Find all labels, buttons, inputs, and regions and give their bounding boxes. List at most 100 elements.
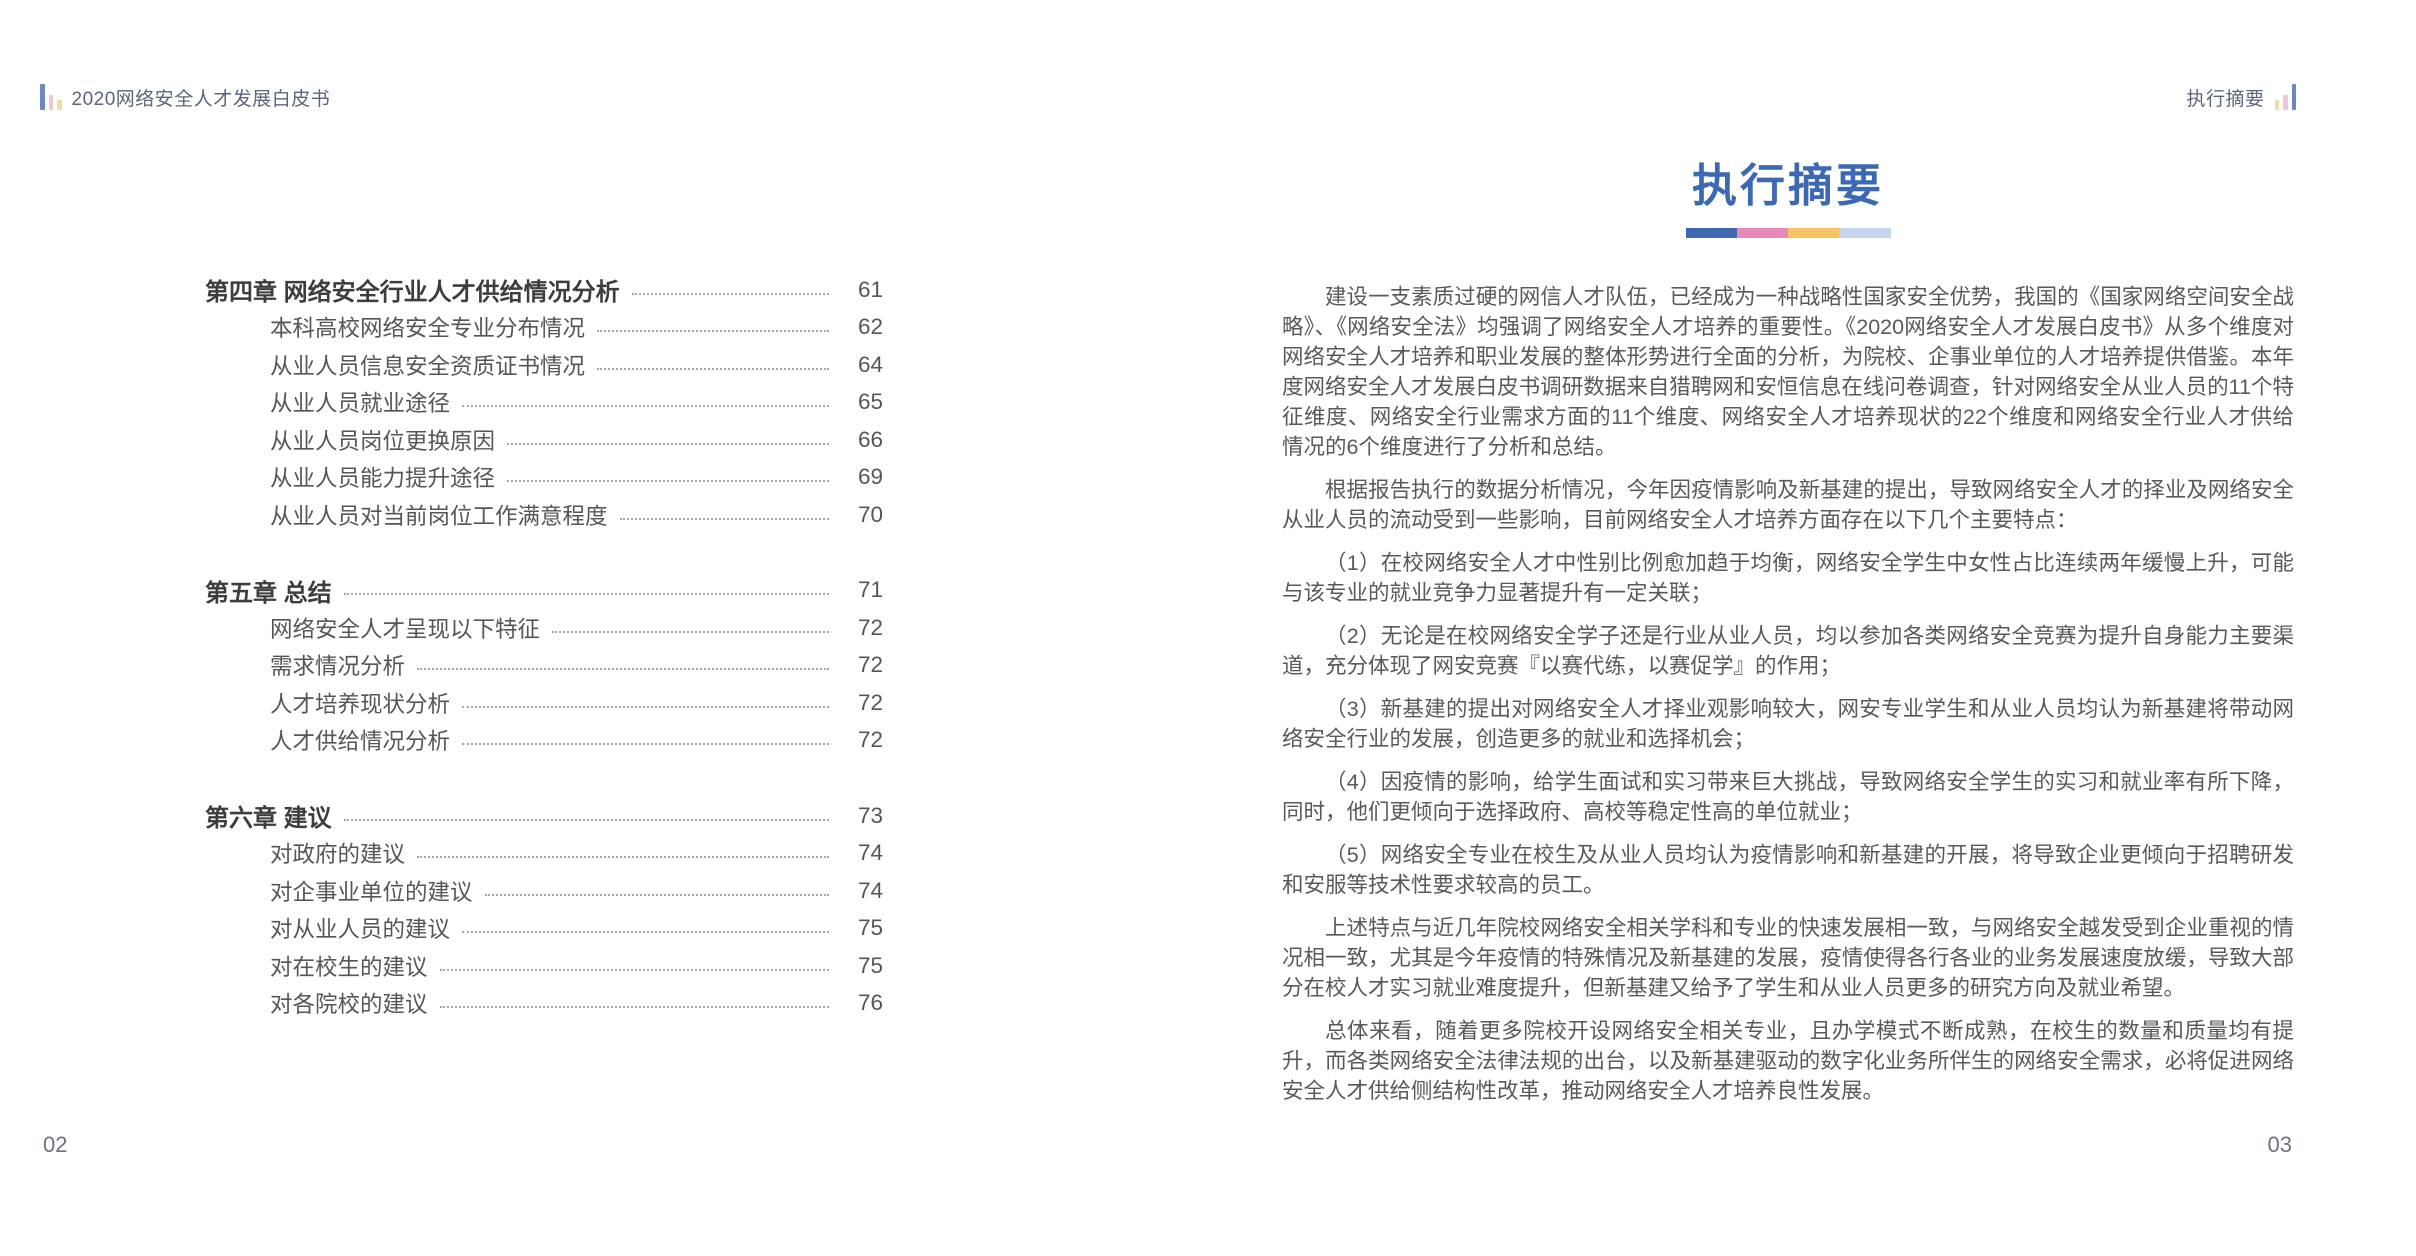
toc-entry-label: 第六章 建议 bbox=[205, 798, 332, 833]
toc-sub-entry[interactable]: 从业人员对当前岗位工作满意程度 70 bbox=[205, 496, 883, 534]
toc-entry-label: 对从业人员的建议 bbox=[270, 912, 450, 944]
toc-entry-page: 69 bbox=[841, 464, 883, 490]
toc-entry-label: 第四章 网络安全行业人才供给情况分析 bbox=[205, 272, 620, 307]
summary-paragraph: （3）新基建的提出对网络安全人才择业观影响较大，网安专业学生和从业人员均认为新基… bbox=[1282, 694, 2294, 754]
toc-entry-label: 人才供给情况分析 bbox=[270, 724, 450, 756]
toc-entry-page: 64 bbox=[841, 352, 883, 378]
toc-entry-label: 对在校生的建议 bbox=[270, 950, 428, 982]
logo-bar bbox=[49, 95, 54, 110]
dotted-leader bbox=[507, 443, 829, 445]
toc-entry-page: 74 bbox=[841, 840, 883, 866]
toc-sub-entry[interactable]: 网络安全人才呈现以下特征 72 bbox=[205, 609, 883, 647]
section-title-header: 执行摘要 bbox=[2186, 88, 2264, 112]
toc-entry-label: 网络安全人才呈现以下特征 bbox=[270, 612, 540, 644]
logo-bar bbox=[2292, 84, 2297, 110]
toc-entry-page: 76 bbox=[841, 990, 883, 1016]
toc-entry-page: 72 bbox=[841, 652, 883, 678]
dotted-leader bbox=[462, 931, 829, 933]
toc-entry-page: 72 bbox=[841, 690, 883, 716]
summary-paragraph: 总体来看，随着更多院校开设网络安全相关专业，且办学模式不断成熟，在校生的数量和质… bbox=[1282, 1016, 2294, 1106]
toc-sub-entry[interactable]: 从业人员岗位更换原因66 bbox=[205, 421, 883, 459]
summary-paragraph: 建设一支素质过硬的网信人才队伍，已经成为一种战略性国家安全优势，我国的《国家网络… bbox=[1282, 282, 2294, 462]
logo-bar bbox=[40, 84, 45, 110]
toc-entry-page: 73 bbox=[841, 803, 883, 829]
toc-section: 第六章 建议 73 对政府的建议74对企事业单位的建议 74 对从业人员的建议75对在校… bbox=[205, 797, 883, 1022]
toc-entry-page: 70 bbox=[841, 502, 883, 528]
dotted-leader bbox=[597, 368, 829, 370]
dotted-leader bbox=[344, 593, 829, 595]
dotted-leader bbox=[440, 1006, 829, 1008]
dotted-leader bbox=[440, 969, 829, 971]
underline-segment bbox=[1839, 228, 1890, 238]
dotted-leader bbox=[620, 518, 829, 520]
logo-bars-icon bbox=[40, 84, 62, 112]
summary-paragraph: 上述特点与近几年院校网络安全相关学科和专业的快速发展相一致，与网络安全越发受到企… bbox=[1282, 913, 2294, 1003]
page-title: 执行摘要 bbox=[1282, 160, 2294, 212]
toc-sub-entry[interactable]: 对从业人员的建议75 bbox=[205, 910, 883, 948]
toc-sub-entry[interactable]: 对企事业单位的建议 74 bbox=[205, 872, 883, 910]
toc-entry-label: 第五章 总结 bbox=[205, 573, 332, 608]
dotted-leader bbox=[344, 819, 829, 821]
page-number-left: 02 bbox=[43, 1132, 67, 1158]
toc-sub-entry[interactable]: 需求情况分析 72 bbox=[205, 647, 883, 685]
summary-paragraph: （4）因疫情的影响，给学生面试和实习带来巨大挑战，导致网络安全学生的实习和就业率… bbox=[1282, 767, 2294, 827]
toc-sub-entry[interactable]: 本科高校网络安全专业分布情况 62 bbox=[205, 309, 883, 347]
running-header-right: 执行摘要 bbox=[2186, 84, 2296, 112]
toc-entry-page: 65 bbox=[841, 389, 883, 415]
page-number-right: 03 bbox=[2268, 1132, 2292, 1158]
toc-entry-page: 62 bbox=[841, 314, 883, 340]
toc-chapter-entry[interactable]: 第五章 总结 71 bbox=[205, 572, 883, 610]
dotted-leader bbox=[462, 706, 829, 708]
toc-entry-label: 从业人员就业途径 bbox=[270, 386, 450, 418]
toc-sub-entry[interactable]: 对在校生的建议75 bbox=[205, 947, 883, 985]
title-underline-decoration bbox=[1686, 228, 1891, 238]
toc-sub-entry[interactable]: 从业人员能力提升途径 69 bbox=[205, 459, 883, 497]
toc-section: 第五章 总结 71 网络安全人才呈现以下特征 72 需求情况分析 72 人才培养现状分析 72… bbox=[205, 572, 883, 760]
dotted-leader bbox=[597, 330, 829, 332]
toc-sub-entry[interactable]: 从业人员信息安全资质证书情况 64 bbox=[205, 346, 883, 384]
logo-bars-icon bbox=[2275, 84, 2297, 112]
running-header-left: 2020网络安全人才发展白皮书 bbox=[40, 84, 330, 112]
summary-paragraph: （1）在校网络安全人才中性别比例愈加趋于均衡，网络安全学生中女性占比连续两年缓慢… bbox=[1282, 548, 2294, 608]
underline-segment bbox=[1686, 228, 1737, 238]
underline-segment bbox=[1737, 228, 1788, 238]
dotted-leader bbox=[632, 293, 829, 295]
toc-entry-page: 71 bbox=[841, 577, 883, 603]
toc-chapter-entry[interactable]: 第六章 建议 73 bbox=[205, 797, 883, 835]
toc-sub-entry[interactable]: 人才培养现状分析 72 bbox=[205, 684, 883, 722]
table-of-contents: 第四章 网络安全行业人才供给情况分析 61 本科高校网络安全专业分布情况 62 从业人员… bbox=[205, 271, 883, 1022]
toc-entry-page: 74 bbox=[841, 878, 883, 904]
toc-entry-label: 从业人员对当前岗位工作满意程度 bbox=[270, 499, 608, 531]
toc-entry-label: 本科高校网络安全专业分布情况 bbox=[270, 311, 585, 343]
summary-paragraph: （2）无论是在校网络安全学子还是行业从业人员，均以参加各类网络安全竞赛为提升自身… bbox=[1282, 621, 2294, 681]
toc-entry-page: 72 bbox=[841, 615, 883, 641]
toc-entry-page: 66 bbox=[841, 427, 883, 453]
dotted-leader bbox=[485, 894, 829, 896]
toc-section: 第四章 网络安全行业人才供给情况分析 61 本科高校网络安全专业分布情况 62 从业人员… bbox=[205, 271, 883, 534]
executive-summary: 执行摘要 建设一支素质过硬的网信人才队伍，已经成为一种战略性国家安全优势，我国的… bbox=[1282, 160, 2294, 1119]
toc-entry-label: 需求情况分析 bbox=[270, 649, 405, 681]
toc-entry-label: 对各院校的建议 bbox=[270, 987, 428, 1019]
dotted-leader bbox=[417, 668, 829, 670]
toc-sub-entry[interactable]: 对各院校的建议 76 bbox=[205, 985, 883, 1023]
toc-entry-page: 61 bbox=[841, 277, 883, 303]
summary-paragraph: 根据报告执行的数据分析情况，今年因疫情影响及新基建的提出，导致网络安全人才的择业… bbox=[1282, 475, 2294, 535]
logo-bar bbox=[2275, 100, 2280, 110]
dotted-leader bbox=[417, 856, 829, 858]
toc-entry-label: 从业人员信息安全资质证书情况 bbox=[270, 349, 585, 381]
logo-bar bbox=[57, 100, 62, 110]
dotted-leader bbox=[462, 405, 829, 407]
dotted-leader bbox=[552, 631, 829, 633]
toc-entry-label: 对企事业单位的建议 bbox=[270, 875, 473, 907]
underline-segment bbox=[1788, 228, 1839, 238]
summary-paragraphs: 建设一支素质过硬的网信人才队伍，已经成为一种战略性国家安全优势，我国的《国家网络… bbox=[1282, 282, 2294, 1106]
document-title: 2020网络安全人才发展白皮书 bbox=[72, 88, 331, 112]
dotted-leader bbox=[507, 480, 829, 482]
toc-sub-entry[interactable]: 对政府的建议74 bbox=[205, 835, 883, 873]
toc-entry-label: 人才培养现状分析 bbox=[270, 687, 450, 719]
toc-sub-entry[interactable]: 人才供给情况分析72 bbox=[205, 722, 883, 760]
summary-paragraph: （5）网络安全专业在校生及从业人员均认为疫情影响和新基建的开展，将导致企业更倾向… bbox=[1282, 840, 2294, 900]
toc-sub-entry[interactable]: 从业人员就业途径 65 bbox=[205, 384, 883, 422]
toc-chapter-entry[interactable]: 第四章 网络安全行业人才供给情况分析 61 bbox=[205, 271, 883, 309]
toc-entry-label: 从业人员能力提升途径 bbox=[270, 461, 495, 493]
